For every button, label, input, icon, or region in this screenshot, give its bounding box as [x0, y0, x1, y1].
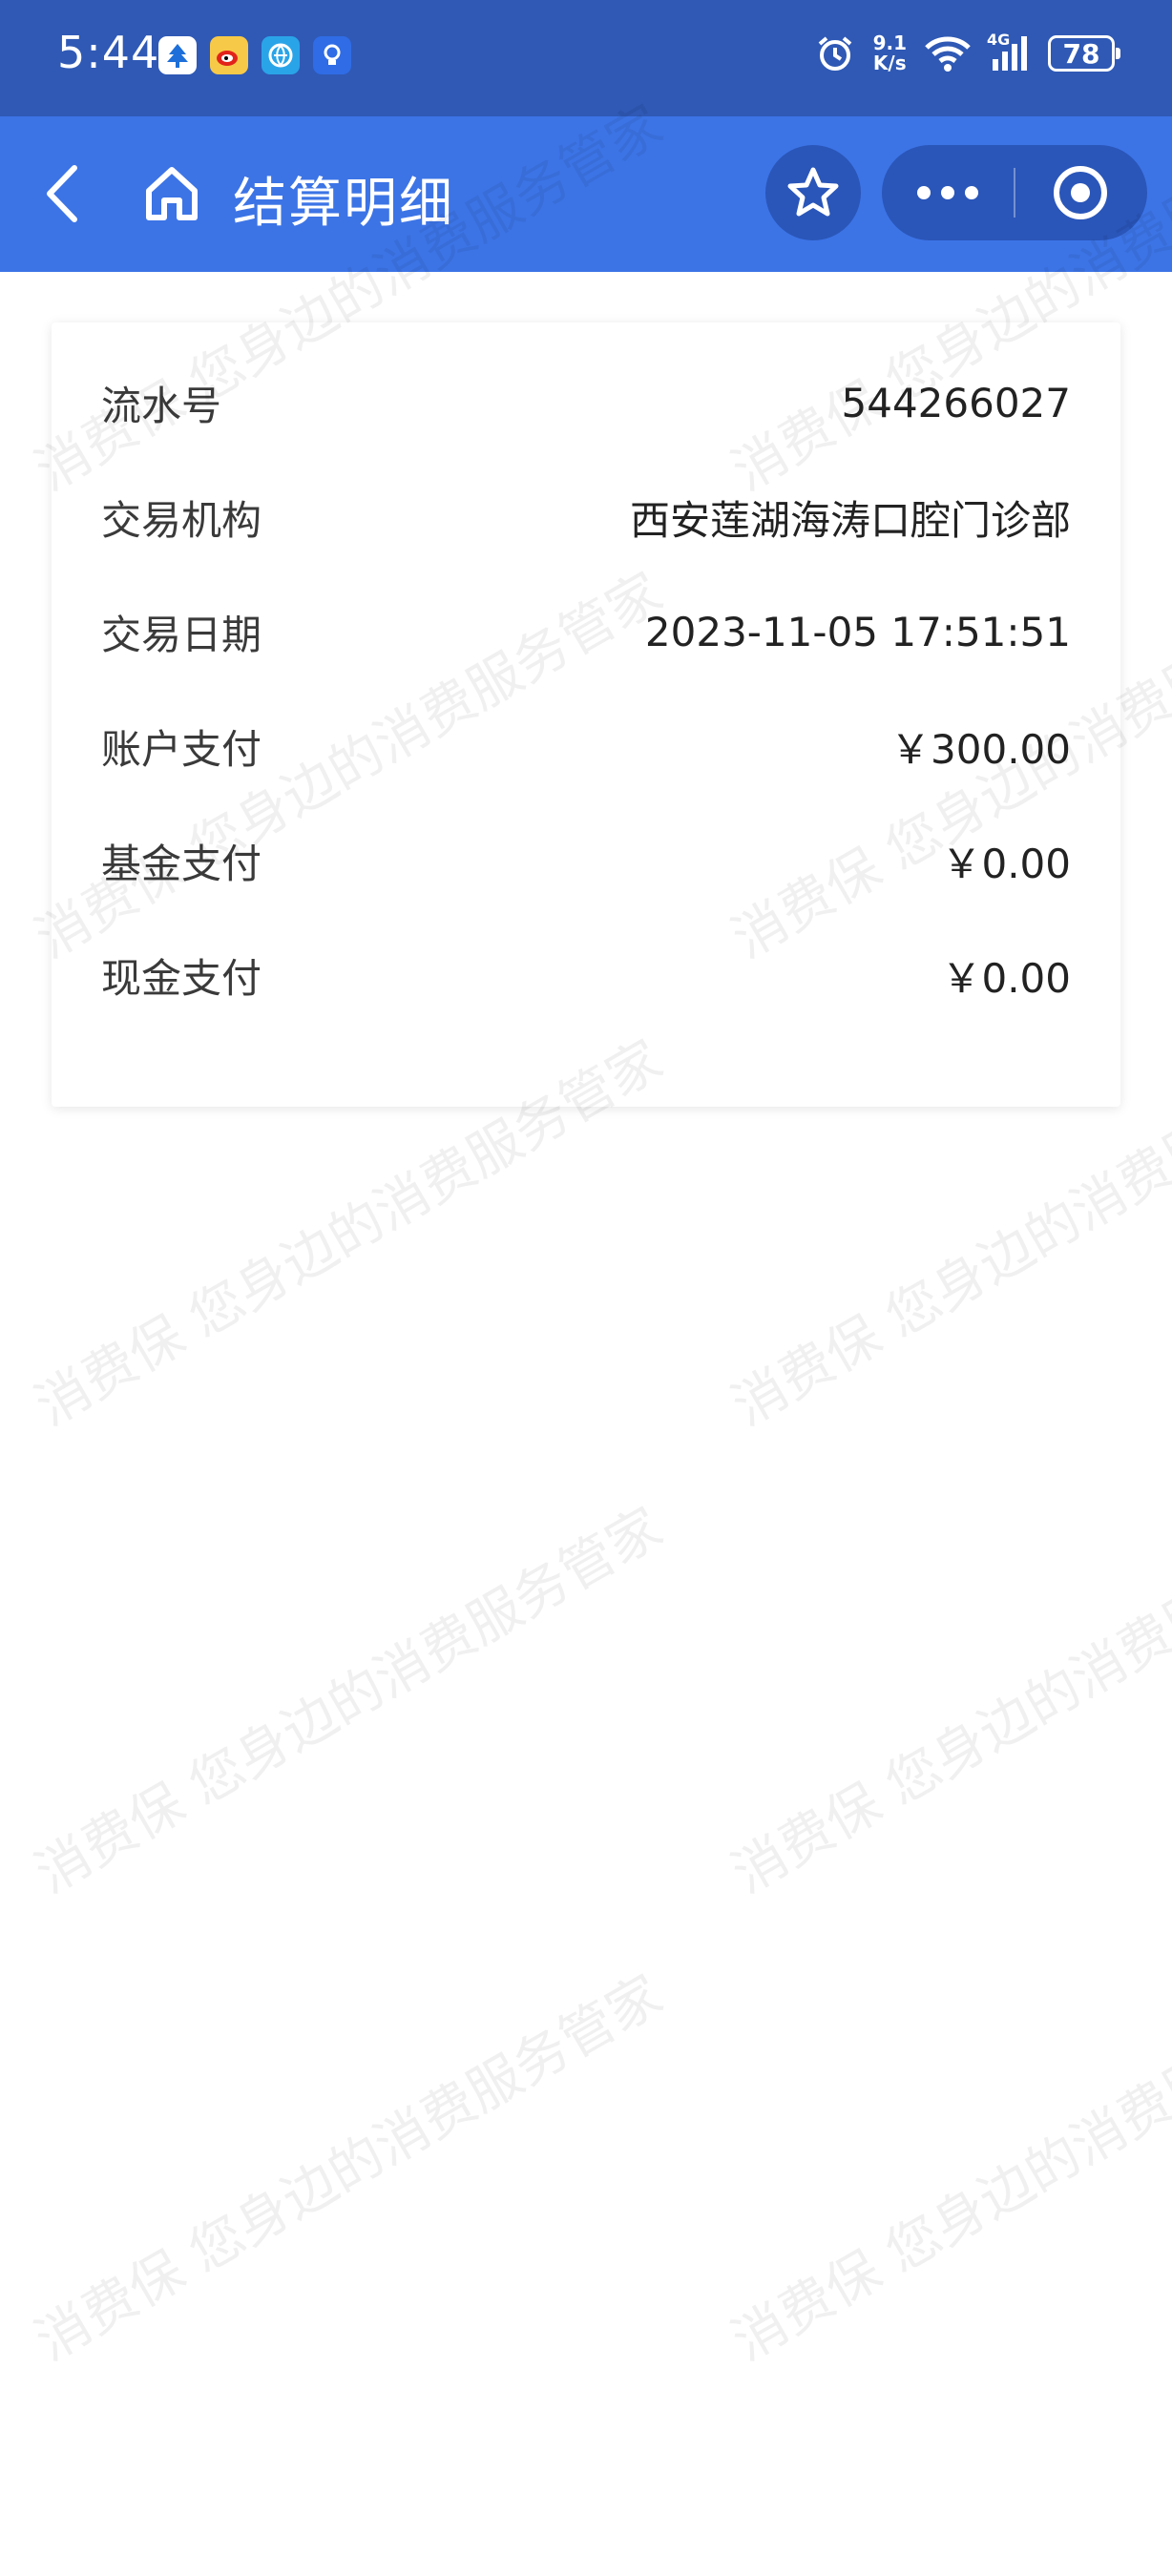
close-miniprogram-button[interactable] [1015, 145, 1145, 240]
detail-row-cash-payment: 现金支付 ￥0.00 [101, 937, 1071, 1013]
weibo-icon [210, 36, 248, 74]
watermark-text: 消费保 您身边的消费服务管家 [722, 1963, 1172, 2374]
detail-value: ￥0.00 [941, 840, 1071, 887]
more-button[interactable] [882, 145, 1014, 240]
nav-bar: 结算明细 [0, 116, 1172, 272]
detail-label: 交易日期 [101, 611, 262, 658]
detail-row-serial: 流水号 544266027 [101, 364, 1071, 441]
alarm-icon [818, 36, 851, 71]
detail-label: 流水号 [101, 382, 222, 429]
detail-row-date: 交易日期 2023-11-05 17:51:51 [101, 593, 1071, 670]
detail-label: 基金支付 [101, 840, 262, 887]
status-right: 9.1 K/s 4G 78 [814, 31, 1120, 74]
net-speed: 9.1 K/s [872, 31, 907, 74]
detail-row-fund-payment: 基金支付 ￥0.00 [101, 822, 1071, 899]
detail-label: 现金支付 [101, 954, 262, 1002]
target-close-icon [1054, 166, 1107, 219]
detail-row-institution: 交易机构 西安莲湖海涛口腔门诊部 [101, 479, 1071, 555]
status-app-icons [158, 36, 351, 74]
detail-label: 账户支付 [101, 725, 262, 773]
detail-value: 544266027 [841, 379, 1072, 426]
more-dots-icon [917, 186, 978, 199]
favorite-button[interactable] [765, 145, 861, 240]
wifi-icon [925, 36, 971, 72]
browser-icon [262, 36, 300, 74]
bulb-app-icon [313, 36, 351, 74]
tree-app-icon [158, 36, 197, 74]
status-bar: 5:44 9.1 K/s 4G 78 [0, 0, 1172, 116]
detail-value: ￥0.00 [941, 954, 1071, 1002]
detail-value: 西安莲湖海涛口腔门诊部 [629, 496, 1071, 544]
detail-value: ￥300.00 [890, 725, 1071, 773]
watermark-text: 消费保 您身边的消费服务管家 [25, 1496, 673, 1906]
page-title: 结算明细 [233, 173, 454, 235]
status-time: 5:44 [57, 27, 160, 78]
signal-group: 4G [987, 31, 1031, 73]
network-type: 4G [987, 31, 1011, 49]
detail-row-account-payment: 账户支付 ￥300.00 [101, 708, 1071, 784]
back-icon[interactable] [38, 162, 86, 225]
settlement-detail-card: 流水号 544266027 交易机构 西安莲湖海涛口腔门诊部 交易日期 2023… [52, 322, 1120, 1107]
detail-label: 交易机构 [101, 496, 262, 544]
detail-value: 2023-11-05 17:51:51 [644, 608, 1071, 655]
miniprogram-capsule [882, 145, 1147, 240]
watermark-text: 消费保 您身边的消费服务管家 [25, 1963, 673, 2374]
battery-icon: 78 [1048, 35, 1120, 72]
home-icon[interactable] [143, 164, 200, 223]
star-icon [787, 167, 839, 217]
watermark-text: 消费保 您身边的消费服务管家 [722, 1496, 1172, 1906]
